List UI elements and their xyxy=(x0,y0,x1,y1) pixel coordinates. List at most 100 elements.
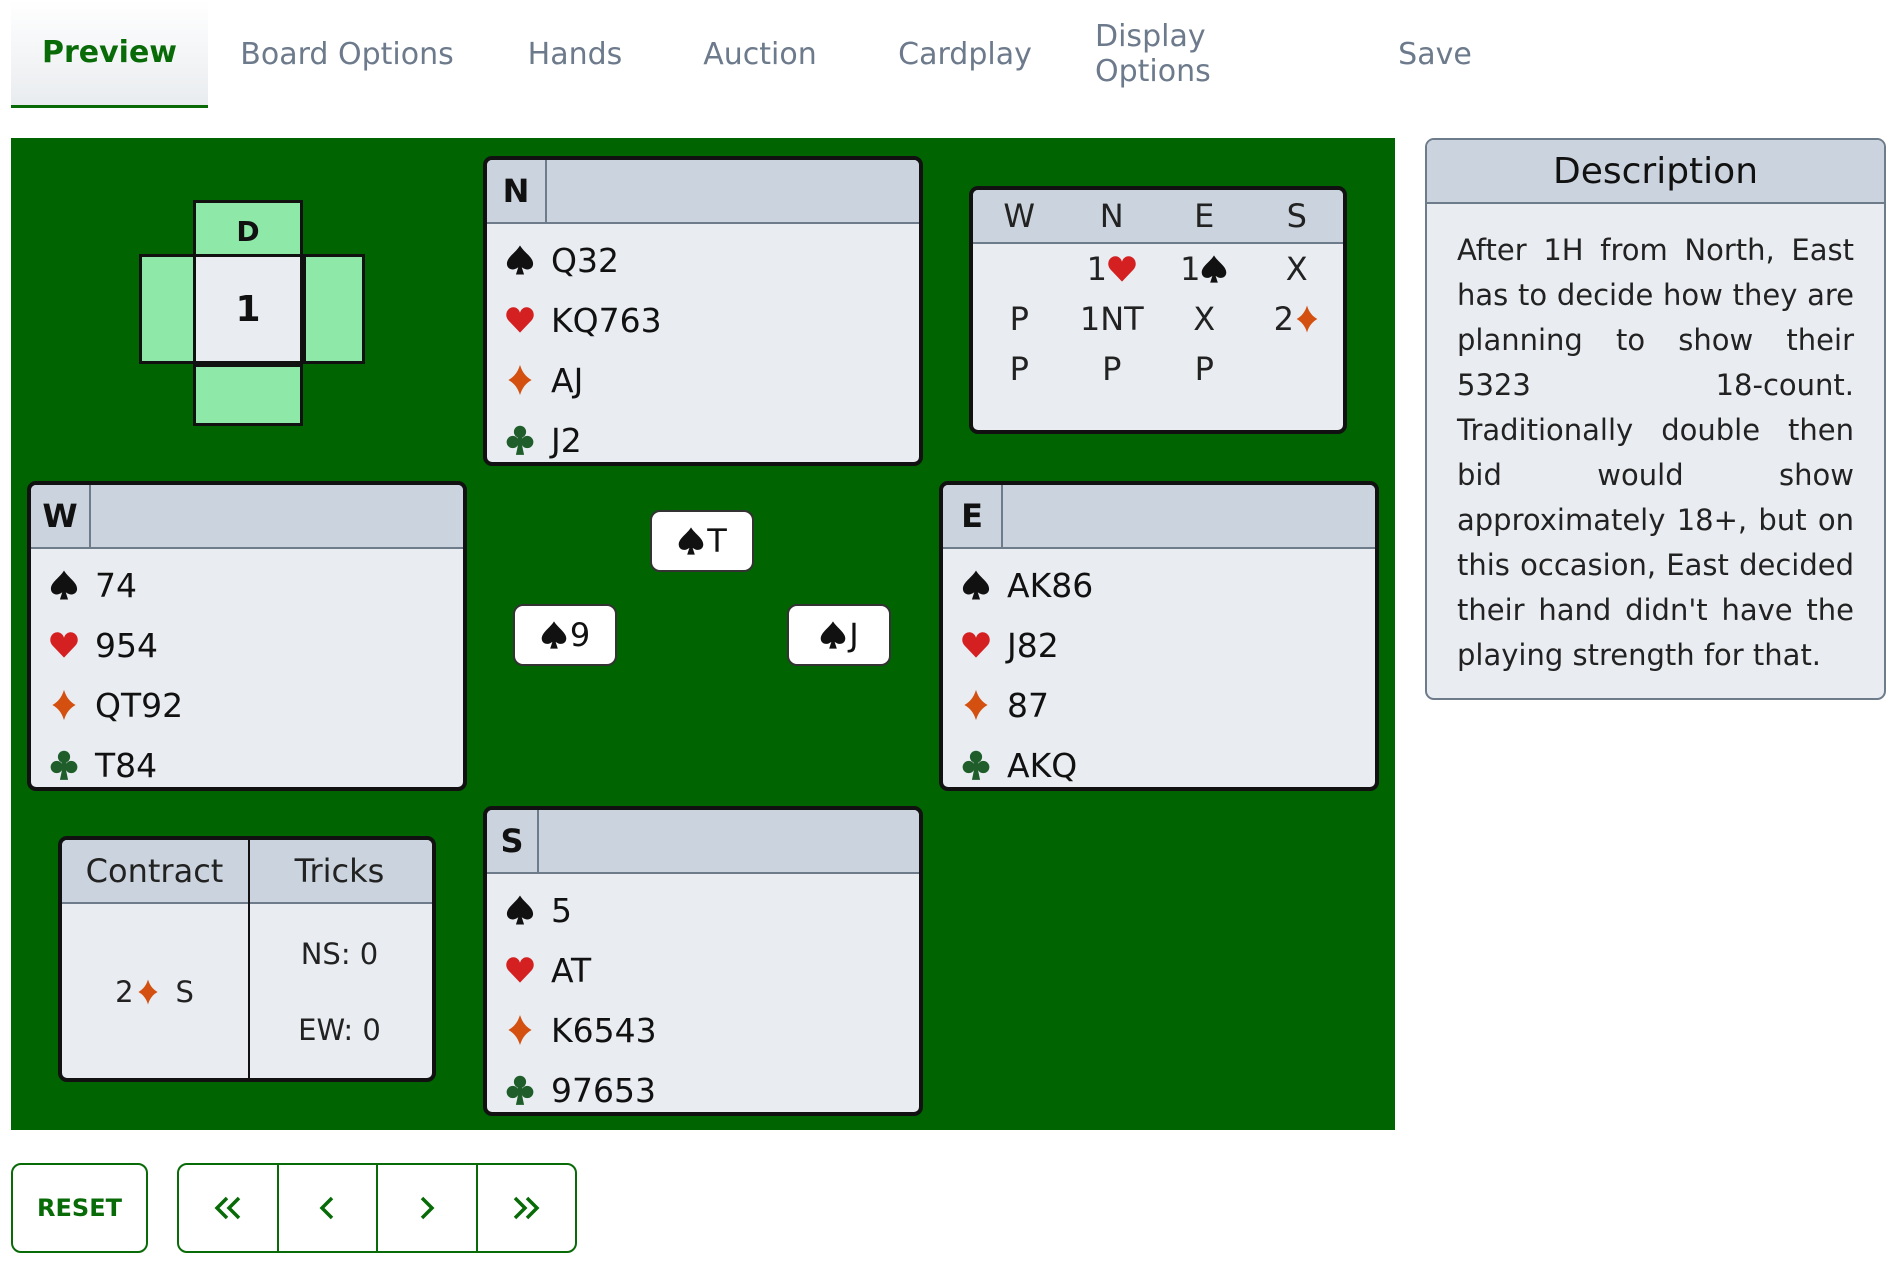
hearts-row: AT xyxy=(487,940,919,1000)
contract-level: 2 xyxy=(115,975,134,1009)
card-rank: 9 xyxy=(569,616,591,654)
dealer-compass: D 1 xyxy=(139,200,365,426)
clubs-row: J2 xyxy=(487,410,919,462)
auction-col-s: S xyxy=(1286,197,1307,235)
tab-auction[interactable]: Auction xyxy=(690,0,830,108)
seat-label: E xyxy=(943,485,1003,547)
tab-board-options[interactable]: Board Options xyxy=(232,0,462,108)
first-button[interactable] xyxy=(179,1165,279,1251)
hearts-row: J82 xyxy=(943,615,1375,675)
auction-col-n: N xyxy=(1099,197,1124,235)
tab-cardplay[interactable]: Cardplay xyxy=(885,0,1045,108)
compass-north-dealer: D xyxy=(193,200,303,262)
hand-header: E xyxy=(943,485,1375,549)
hearts-cards[interactable]: KQ763 xyxy=(551,301,662,340)
spade-icon xyxy=(541,621,567,649)
heart-icon xyxy=(955,629,997,661)
card-rank: J xyxy=(849,616,859,654)
tab-display-options[interactable]: Display Options xyxy=(1095,0,1330,108)
tricks-label: Tricks xyxy=(294,852,385,890)
contract-value: 2 S xyxy=(62,904,247,1078)
ew-tricks: EW: 0 xyxy=(298,1013,381,1047)
spade-icon xyxy=(43,569,85,601)
bid-cell: P xyxy=(1194,350,1214,388)
heart-icon xyxy=(1108,256,1136,282)
hearts-cards[interactable]: AT xyxy=(551,951,591,990)
hand-east: E AK86 J82 87 AKQ xyxy=(939,481,1379,791)
tab-preview[interactable]: Preview xyxy=(11,0,208,108)
bid-cell xyxy=(1251,344,1344,394)
auction-row: 1 1 X xyxy=(973,244,1343,294)
hearts-cards[interactable]: J82 xyxy=(1007,626,1059,665)
spade-icon xyxy=(499,894,541,926)
tab-save[interactable]: Save xyxy=(1390,0,1480,108)
bid-cell xyxy=(973,244,1066,294)
club-icon xyxy=(499,424,541,456)
tab-hands[interactable]: Hands xyxy=(515,0,635,108)
bid-cell: 2 xyxy=(1251,294,1344,344)
contract-box: Contract Tricks 2 S NS: 0 EW: 0 xyxy=(58,836,436,1082)
next-button[interactable] xyxy=(378,1165,478,1251)
bid-level: 1 xyxy=(1180,250,1201,288)
tricks-value: NS: 0 EW: 0 xyxy=(247,904,432,1078)
spade-icon xyxy=(678,527,704,555)
diamonds-row: QT92 xyxy=(31,675,463,735)
clubs-row: AKQ xyxy=(943,735,1375,787)
diamonds-row: K6543 xyxy=(487,1000,919,1060)
bid-cell: 1 xyxy=(1066,244,1159,294)
bid-cell: 1NT xyxy=(1079,300,1144,338)
diamonds-cards[interactable]: QT92 xyxy=(95,686,183,725)
bridge-table: D 1 N Q32 KQ763 AJ J2 W N E S 1 1 X P 1N… xyxy=(11,138,1395,1130)
spade-icon xyxy=(821,621,846,649)
diamonds-cards[interactable]: 87 xyxy=(1007,686,1049,725)
spades-row: Q32 xyxy=(487,230,919,290)
description-panel: Description After 1H from North, East ha… xyxy=(1425,138,1886,700)
clubs-cards[interactable]: T84 xyxy=(95,746,157,785)
clubs-cards[interactable]: AKQ xyxy=(1007,746,1077,785)
played-card-west: 9 xyxy=(513,604,617,666)
club-icon xyxy=(43,749,85,781)
compass-west xyxy=(139,254,201,364)
hearts-row: KQ763 xyxy=(487,290,919,350)
previous-button[interactable] xyxy=(279,1165,378,1251)
bid-cell: 1 xyxy=(1158,244,1251,294)
auction-row: P P P xyxy=(973,344,1343,394)
ns-tricks: NS: 0 xyxy=(300,937,379,971)
contract-divider xyxy=(248,840,250,1078)
auction-col-w: W xyxy=(1003,197,1036,235)
diamond-icon xyxy=(1296,305,1318,333)
hand-south: S 5 AT K6543 97653 xyxy=(483,806,923,1116)
spade-icon xyxy=(499,244,541,276)
last-button[interactable] xyxy=(478,1165,576,1251)
diamonds-cards[interactable]: K6543 xyxy=(551,1011,657,1050)
diamonds-row: 87 xyxy=(943,675,1375,735)
compass-east xyxy=(303,254,365,364)
seat-label: S xyxy=(487,810,539,872)
navigation-button-group xyxy=(177,1163,577,1253)
double-chevron-right-icon xyxy=(514,1196,540,1220)
spades-cards[interactable]: 5 xyxy=(551,891,572,930)
clubs-cards[interactable]: J2 xyxy=(551,421,582,460)
spades-cards[interactable]: Q32 xyxy=(551,241,619,280)
hand-north: N Q32 KQ763 AJ J2 xyxy=(483,156,923,466)
clubs-cards[interactable]: 97653 xyxy=(551,1071,656,1110)
board-number: 1 xyxy=(193,254,303,364)
contract-declarer: S xyxy=(175,975,194,1009)
description-title: Description xyxy=(1427,140,1884,204)
contract-header: Contract Tricks xyxy=(62,840,432,904)
spades-cards[interactable]: AK86 xyxy=(1007,566,1093,605)
club-icon xyxy=(499,1074,541,1106)
diamonds-cards[interactable]: AJ xyxy=(551,361,583,400)
reset-button[interactable]: RESET xyxy=(11,1163,148,1253)
auction-header: W N E S xyxy=(973,190,1343,244)
seat-label: N xyxy=(487,160,547,222)
spades-row: 5 xyxy=(487,880,919,940)
clubs-row: T84 xyxy=(31,735,463,787)
hearts-cards[interactable]: 954 xyxy=(95,626,158,665)
bid-cell: X xyxy=(1285,250,1308,288)
description-text: After 1H from North, East has to decide … xyxy=(1457,233,1854,672)
chevron-right-icon xyxy=(420,1196,435,1220)
bid-cell: P xyxy=(1102,350,1122,388)
spades-cards[interactable]: 74 xyxy=(95,566,137,605)
bid-cell: P xyxy=(1009,350,1029,388)
